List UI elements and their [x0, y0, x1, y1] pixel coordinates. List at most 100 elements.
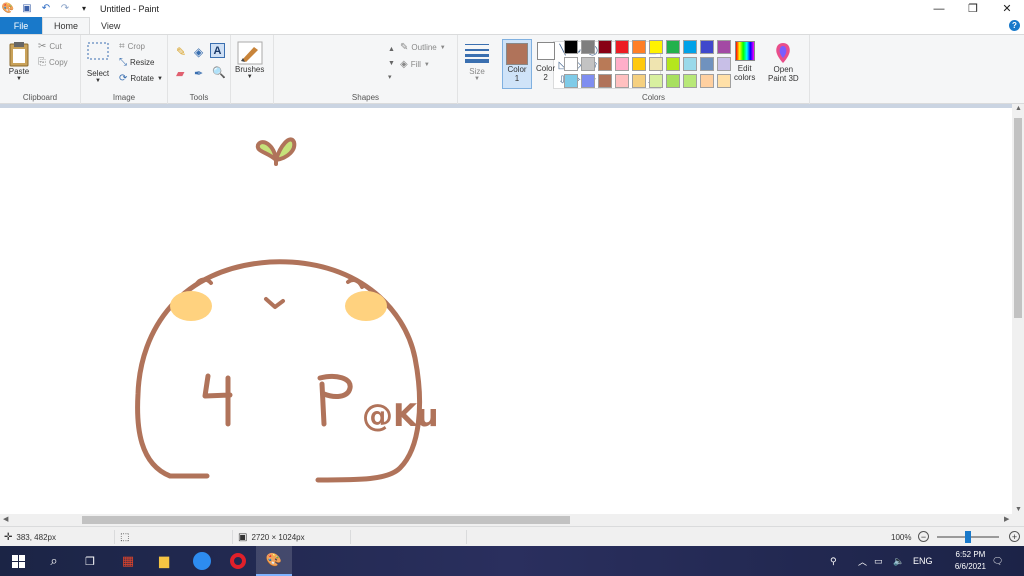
- taskbar-zalo[interactable]: [184, 546, 220, 576]
- fill-bucket-icon[interactable]: ◈: [194, 45, 203, 59]
- color-swatch[interactable]: [581, 74, 595, 88]
- battery-icon[interactable]: ▭: [874, 546, 883, 576]
- rotate-button[interactable]: ⟳ Rotate ▼: [119, 73, 163, 84]
- color-swatch[interactable]: [615, 40, 629, 54]
- color-swatch[interactable]: [683, 57, 697, 71]
- color-swatch[interactable]: [581, 40, 595, 54]
- notifications-icon[interactable]: 🗨: [992, 546, 1003, 576]
- paste-dropdown-icon[interactable]: ▼: [16, 76, 22, 82]
- fill-button[interactable]: ◈ Fill ▼: [400, 59, 430, 70]
- taskbar-app-store[interactable]: ▦: [110, 546, 146, 576]
- select-button[interactable]: Select ▼: [86, 41, 110, 84]
- resize-button[interactable]: ⤡ Resize: [119, 57, 154, 68]
- pencil-icon[interactable]: ✎: [176, 45, 186, 59]
- restore-button[interactable]: ❐: [956, 0, 990, 17]
- start-button[interactable]: [0, 546, 36, 576]
- size-button[interactable]: Size ▼: [464, 41, 490, 82]
- color2-button[interactable]: Color 2: [536, 42, 555, 82]
- cut-button[interactable]: ✂ Cut: [38, 41, 62, 52]
- vertical-scrollbar[interactable]: ▲ ▼: [1012, 104, 1024, 514]
- color-swatch[interactable]: [700, 57, 714, 71]
- color-swatch[interactable]: [649, 74, 663, 88]
- drawing-canvas[interactable]: @Ku: [0, 108, 1012, 514]
- color-swatch[interactable]: [649, 40, 663, 54]
- search-button[interactable]: ⌕: [36, 546, 72, 576]
- canvas-size-icon: ▣: [238, 531, 248, 543]
- help-icon[interactable]: ?: [1009, 20, 1020, 31]
- paint-app-icon[interactable]: 🎨: [2, 3, 14, 15]
- tab-view[interactable]: View: [90, 17, 131, 34]
- color-swatch[interactable]: [598, 57, 612, 71]
- color-picker-icon[interactable]: ✒: [194, 67, 203, 80]
- magnifier-icon[interactable]: 🔍: [212, 66, 226, 79]
- zoom-in-icon[interactable]: +: [1009, 531, 1020, 542]
- color1-button[interactable]: Color 1: [502, 39, 532, 89]
- color-swatch[interactable]: [632, 40, 646, 54]
- taskbar-opera[interactable]: [220, 546, 256, 576]
- volume-icon[interactable]: 🔈: [893, 546, 904, 576]
- color-swatch[interactable]: [717, 40, 731, 54]
- color-swatch[interactable]: [598, 40, 612, 54]
- color-swatch[interactable]: [615, 57, 629, 71]
- scroll-left-icon[interactable]: ◀: [3, 515, 8, 523]
- color-swatch[interactable]: [632, 57, 646, 71]
- minimize-button[interactable]: —: [922, 0, 956, 17]
- color-swatch[interactable]: [581, 57, 595, 71]
- text-icon[interactable]: A: [210, 43, 225, 58]
- brushes-button[interactable]: Brushes ▼: [235, 41, 264, 80]
- color-swatch[interactable]: [649, 57, 663, 71]
- shapes-scroll-icon[interactable]: ▲ ▼ ▾: [388, 43, 395, 85]
- redo-icon[interactable]: ↷: [59, 3, 71, 15]
- horizontal-scroll-thumb[interactable]: [82, 516, 570, 524]
- color-swatch[interactable]: [683, 40, 697, 54]
- close-button[interactable]: ✕: [990, 0, 1024, 17]
- color-swatch[interactable]: [666, 40, 680, 54]
- crop-button[interactable]: ⌗ Crop: [119, 41, 145, 52]
- color-swatch[interactable]: [564, 74, 578, 88]
- taskbar-file-explorer[interactable]: ▆: [146, 546, 182, 576]
- eraser-icon[interactable]: ▰: [176, 67, 184, 80]
- scroll-right-icon[interactable]: ▶: [1004, 515, 1009, 523]
- color-swatch[interactable]: [632, 74, 646, 88]
- taskbar-paint[interactable]: 🎨: [256, 546, 292, 576]
- zoom-out-icon[interactable]: −: [918, 531, 929, 542]
- left-foot: [202, 373, 233, 427]
- language-indicator[interactable]: ENG: [913, 546, 933, 576]
- color-swatch[interactable]: [615, 74, 629, 88]
- color-swatch[interactable]: [683, 74, 697, 88]
- color-swatch[interactable]: [717, 57, 731, 71]
- customize-toolbar-icon[interactable]: ▾: [78, 3, 90, 15]
- select-dropdown-icon[interactable]: ▼: [95, 78, 101, 84]
- tab-file[interactable]: File: [0, 17, 42, 34]
- system-clock[interactable]: 6:52 PM 6/6/2021: [955, 549, 986, 573]
- image-group: Select ▼ ⌗ Crop ⤡ Resize ⟳ Rotate ▼ Imag…: [81, 35, 168, 104]
- color-swatch[interactable]: [564, 57, 578, 71]
- horizontal-scrollbar[interactable]: ◀ ▶: [0, 514, 1024, 526]
- color-swatch[interactable]: [717, 74, 731, 88]
- task-view-button[interactable]: ❐: [72, 546, 108, 576]
- scroll-up-icon[interactable]: ▲: [1015, 105, 1022, 112]
- brushes-dropdown-icon[interactable]: ▼: [247, 74, 253, 80]
- paste-button[interactable]: Paste ▼: [8, 41, 30, 82]
- vertical-scroll-thumb[interactable]: [1014, 118, 1022, 318]
- people-icon[interactable]: ⚲: [830, 546, 837, 576]
- color-swatch[interactable]: [666, 74, 680, 88]
- cursor-position: ✛ 383, 482px: [4, 531, 56, 543]
- rotate-dropdown-icon[interactable]: ▼: [157, 76, 163, 82]
- scroll-down-icon[interactable]: ▼: [1015, 506, 1022, 513]
- color-swatch[interactable]: [564, 40, 578, 54]
- color-swatch[interactable]: [598, 74, 612, 88]
- color-palette[interactable]: [564, 40, 731, 88]
- show-hidden-icons[interactable]: ︿: [858, 546, 867, 576]
- zoom-slider-thumb[interactable]: [965, 531, 971, 543]
- color-swatch[interactable]: [700, 74, 714, 88]
- edit-colors-button[interactable]: Edit colors: [734, 41, 755, 82]
- save-icon[interactable]: ▣: [21, 3, 33, 15]
- outline-button[interactable]: ✎ Outline ▼: [400, 42, 446, 53]
- color-swatch[interactable]: [666, 57, 680, 71]
- copy-button[interactable]: ⎘ Copy: [38, 57, 68, 68]
- color-swatch[interactable]: [700, 40, 714, 54]
- undo-icon[interactable]: ↶: [40, 3, 52, 15]
- open-paint3d-button[interactable]: Open Paint 3D: [768, 41, 799, 83]
- tab-home[interactable]: Home: [42, 17, 91, 34]
